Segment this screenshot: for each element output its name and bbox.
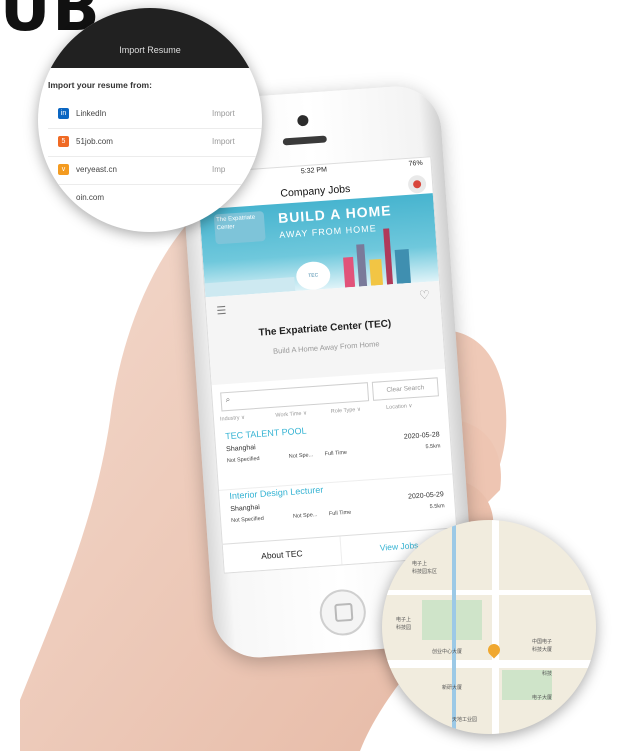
tec-logo: The Expatriate Center	[213, 211, 266, 245]
share-icon[interactable]	[407, 174, 427, 194]
filter-work-time[interactable]: Work Time ∨	[275, 409, 331, 425]
building-shape	[394, 249, 411, 284]
job-city: Shanghai	[225, 444, 256, 454]
job-tag: Not Specified	[226, 455, 260, 465]
import-source-veryeast[interactable]: v veryeast.cn Imp	[48, 158, 262, 185]
import-source-label: oin.com	[76, 193, 105, 202]
building-shape	[356, 244, 368, 287]
51job-icon: 5	[58, 136, 69, 147]
map-road	[492, 520, 499, 734]
heart-icon[interactable]: ♡	[419, 288, 431, 303]
job-distance: 5.5km	[425, 443, 441, 451]
job-tag: Not Spe...	[292, 512, 318, 520]
import-resume-title: Import Resume	[38, 8, 262, 68]
phone-screen: 联通 5:32 PM 76% × Company Jobs The Expatr…	[195, 156, 460, 574]
battery-label: 76%	[408, 159, 423, 168]
map-label: 科技园	[396, 625, 412, 631]
import-source-linkedin[interactable]: in LinkedIn Import	[48, 102, 262, 129]
filter-industry[interactable]: Industry ∨	[220, 413, 276, 429]
job-date: 2020-05-28	[403, 431, 440, 441]
company-header: ☰ ♡ The Expatriate Center (TEC) Build A …	[205, 280, 446, 386]
menu-icon[interactable]: ☰	[216, 304, 227, 318]
map-label: 科技园东区	[412, 569, 438, 575]
location-pin-icon[interactable]	[485, 641, 503, 659]
map-label: 新研大厦	[442, 685, 463, 691]
camera-icon	[297, 114, 309, 127]
page-title: Company Jobs	[280, 182, 351, 200]
map-label: 中国电子	[532, 639, 553, 645]
filter-role-type[interactable]: Role Type ∨	[331, 405, 387, 421]
import-source-label: veryeast.cn	[76, 165, 117, 174]
map-label: 科技大厦	[532, 647, 553, 653]
job-city: Shanghai	[230, 504, 261, 514]
map-label: 电子上	[396, 617, 412, 623]
job-date: 2020-05-29	[407, 491, 445, 501]
building-shape	[369, 258, 384, 286]
map-river	[452, 520, 456, 734]
clear-search-button[interactable]: Clear Search	[371, 377, 439, 401]
import-subtitle: Import your resume from:	[48, 80, 152, 90]
speaker-grille	[282, 135, 327, 146]
tec-round-logo: TEC	[295, 260, 332, 291]
job-tag: Full Time	[324, 449, 348, 458]
map-label: 电子大厦	[532, 695, 553, 701]
map-road	[382, 660, 596, 668]
banner-line-2: AWAY FROM HOME	[278, 223, 377, 240]
job-tag: Not Specified	[230, 515, 265, 525]
import-source-51job[interactable]: 5 51job.com Import	[48, 130, 262, 157]
search-icon: ⌕	[225, 394, 231, 405]
job-tag: Not Spe...	[288, 452, 314, 460]
job-distance: 5.5km	[429, 503, 445, 511]
map-road	[382, 590, 596, 595]
map-label: 创业中心大厦	[432, 649, 463, 655]
import-source-partial[interactable]: oin.com	[48, 186, 262, 212]
tower-shape	[383, 228, 394, 285]
map-magnifier: 电子上 科技园东区 中国电子 科技大厦 电子上 科技园 创业中心大厦 新研大厦 …	[382, 520, 596, 734]
map-label: 科技	[542, 671, 553, 677]
import-action[interactable]: Import	[212, 137, 235, 146]
import-action[interactable]: Imp	[212, 165, 225, 174]
veryeast-icon: v	[58, 164, 69, 175]
filter-location[interactable]: Location ∨	[386, 401, 442, 417]
import-source-label: 51job.com	[76, 137, 113, 146]
building-shape	[343, 256, 356, 288]
import-action[interactable]: Import	[212, 109, 235, 118]
job-tag: Full Time	[328, 509, 352, 518]
home-button[interactable]	[318, 587, 368, 638]
map-label: 电子上	[412, 561, 428, 567]
import-source-label: LinkedIn	[76, 109, 107, 118]
linkedin-icon: in	[58, 108, 69, 119]
map-label: 天地工业园	[452, 717, 478, 723]
tab-about-tec[interactable]: About TEC	[222, 536, 342, 573]
import-resume-magnifier: Import Resume Import your resume from: i…	[38, 8, 262, 232]
